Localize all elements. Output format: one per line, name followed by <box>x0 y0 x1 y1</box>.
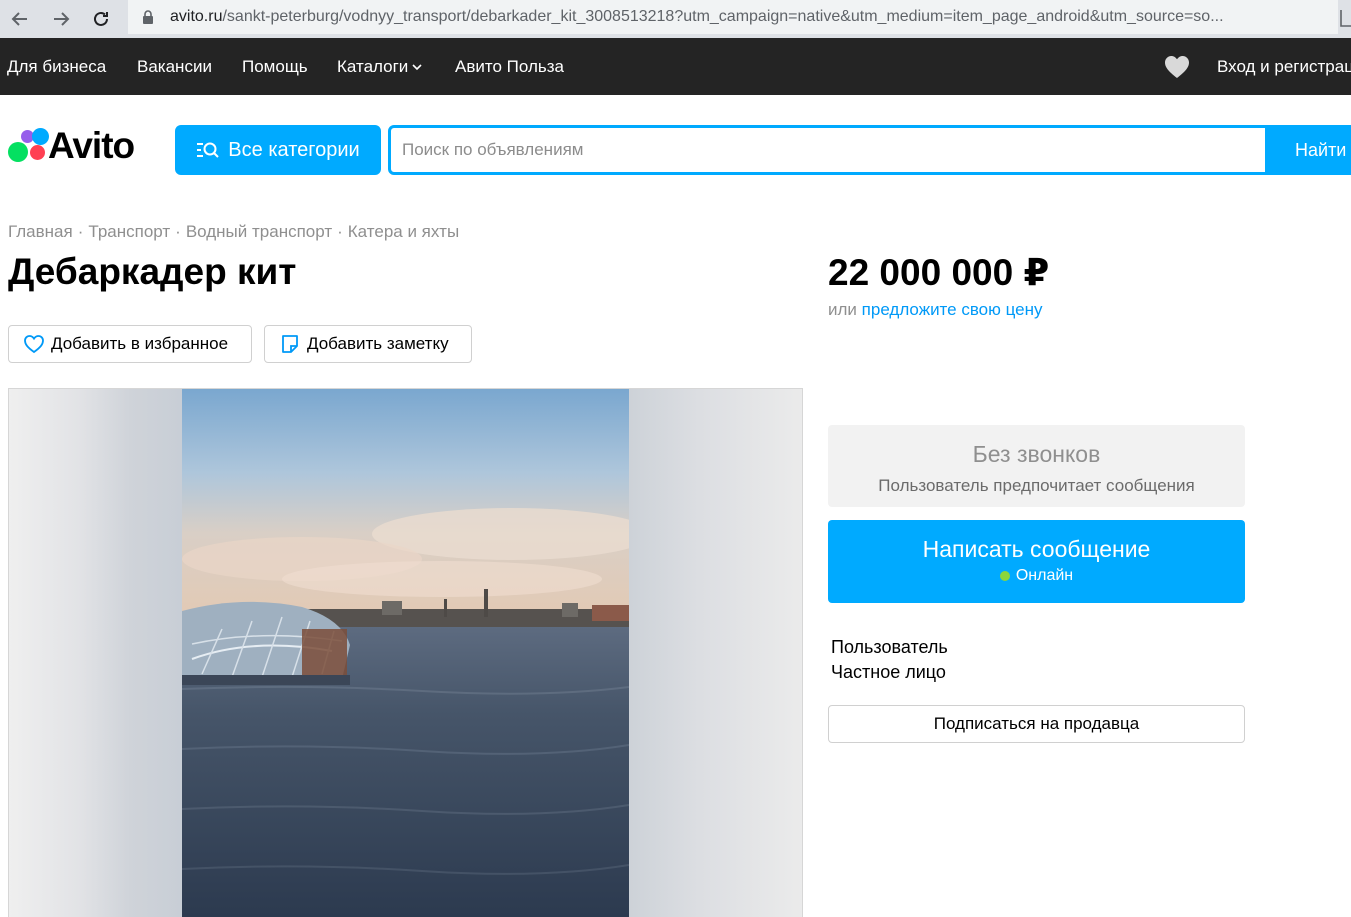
no-calls-title: Без звонков <box>972 441 1101 467</box>
online-status: Онлайн <box>828 567 1245 585</box>
seller-name[interactable]: Пользователь <box>831 637 948 658</box>
all-categories-button[interactable]: Все категории <box>175 125 381 175</box>
back-arrow-icon[interactable] <box>7 6 33 32</box>
gallery-blur-right <box>629 389 802 917</box>
price: 22 000 000 ₽ <box>828 252 1050 293</box>
price-offer-line: или предложите свою цену <box>828 300 1043 319</box>
breadcrumb-item[interactable]: Главная <box>8 222 73 242</box>
offer-price-link[interactable]: предложите свою цену <box>862 300 1043 319</box>
online-dot-icon <box>999 571 1010 581</box>
listing-photo[interactable] <box>182 389 629 917</box>
breadcrumb: Главная · Транспорт · Водный транспорт · Ка… <box>8 222 460 242</box>
address-bar[interactable]: avito.ru/sankt-peterburg/vodnyy_transpor… <box>128 0 1338 34</box>
nav-link-help[interactable]: Помощь <box>242 57 308 77</box>
search-placeholder: Поиск по объявлениям <box>402 140 584 159</box>
breadcrumb-item[interactable]: Транспорт <box>88 222 170 242</box>
subscribe-seller-button[interactable]: Подписаться на продавца <box>828 705 1245 743</box>
breadcrumb-item[interactable]: Водный транспорт <box>186 222 332 242</box>
logo-dots-icon <box>8 128 49 164</box>
page-title: Дебаркадер кит <box>8 251 297 292</box>
online-label: Онлайн <box>1015 567 1074 584</box>
login-link[interactable]: Вход и регистрация <box>1217 57 1351 77</box>
add-note-label: Добавить заметку <box>307 334 449 353</box>
nav-link-avito-polza[interactable]: Авито Польза <box>455 57 564 77</box>
avito-logo[interactable]: Avito <box>8 125 135 166</box>
lock-icon <box>140 9 156 25</box>
page-icon <box>1339 8 1351 28</box>
all-categories-label: Все категории <box>228 138 360 161</box>
url-text: avito.ru/sankt-peterburg/vodnyy_transpor… <box>170 8 1224 25</box>
browser-chrome: avito.ru/sankt-peterburg/vodnyy_transpor… <box>0 0 1351 38</box>
note-icon <box>279 333 301 355</box>
reload-icon[interactable] <box>88 6 114 32</box>
breadcrumb-item[interactable]: Катера и яхты <box>348 222 459 242</box>
category-search-icon <box>196 140 220 160</box>
search-input[interactable]: Поиск по объявлениям <box>388 125 1268 175</box>
nav-link-vacancies[interactable]: Вакансии <box>137 57 212 77</box>
search-button[interactable]: Найти <box>1268 125 1351 175</box>
heart-outline-icon <box>23 334 45 354</box>
no-calls-panel: Без звонков Пользователь предпочитает со… <box>828 425 1245 507</box>
chevron-down-icon <box>412 64 422 71</box>
gallery-blur-left <box>9 389 182 917</box>
write-message-button[interactable]: Написать сообщение Онлайн <box>828 520 1245 603</box>
seller-type: Частное лицо <box>831 662 946 682</box>
add-to-favorites-button[interactable]: Добавить в избранное <box>8 325 252 363</box>
logo-text: Avito <box>48 125 135 166</box>
write-message-label: Написать сообщение <box>922 536 1151 562</box>
no-calls-subtitle: Пользователь предпочитает сообщения <box>878 476 1195 495</box>
nav-link-business[interactable]: Для бизнеса <box>7 57 106 77</box>
add-to-favorites-label: Добавить в избранное <box>51 334 229 353</box>
forward-arrow-icon[interactable] <box>48 6 74 32</box>
photo-gallery[interactable] <box>8 388 803 917</box>
nav-link-catalogs[interactable]: Каталоги <box>337 57 423 77</box>
add-note-button[interactable]: Добавить заметку <box>264 325 472 363</box>
top-nav-bar: Для бизнеса Вакансии Помощь Каталоги Ави… <box>0 38 1351 95</box>
favorites-heart-icon[interactable] <box>1163 54 1191 85</box>
